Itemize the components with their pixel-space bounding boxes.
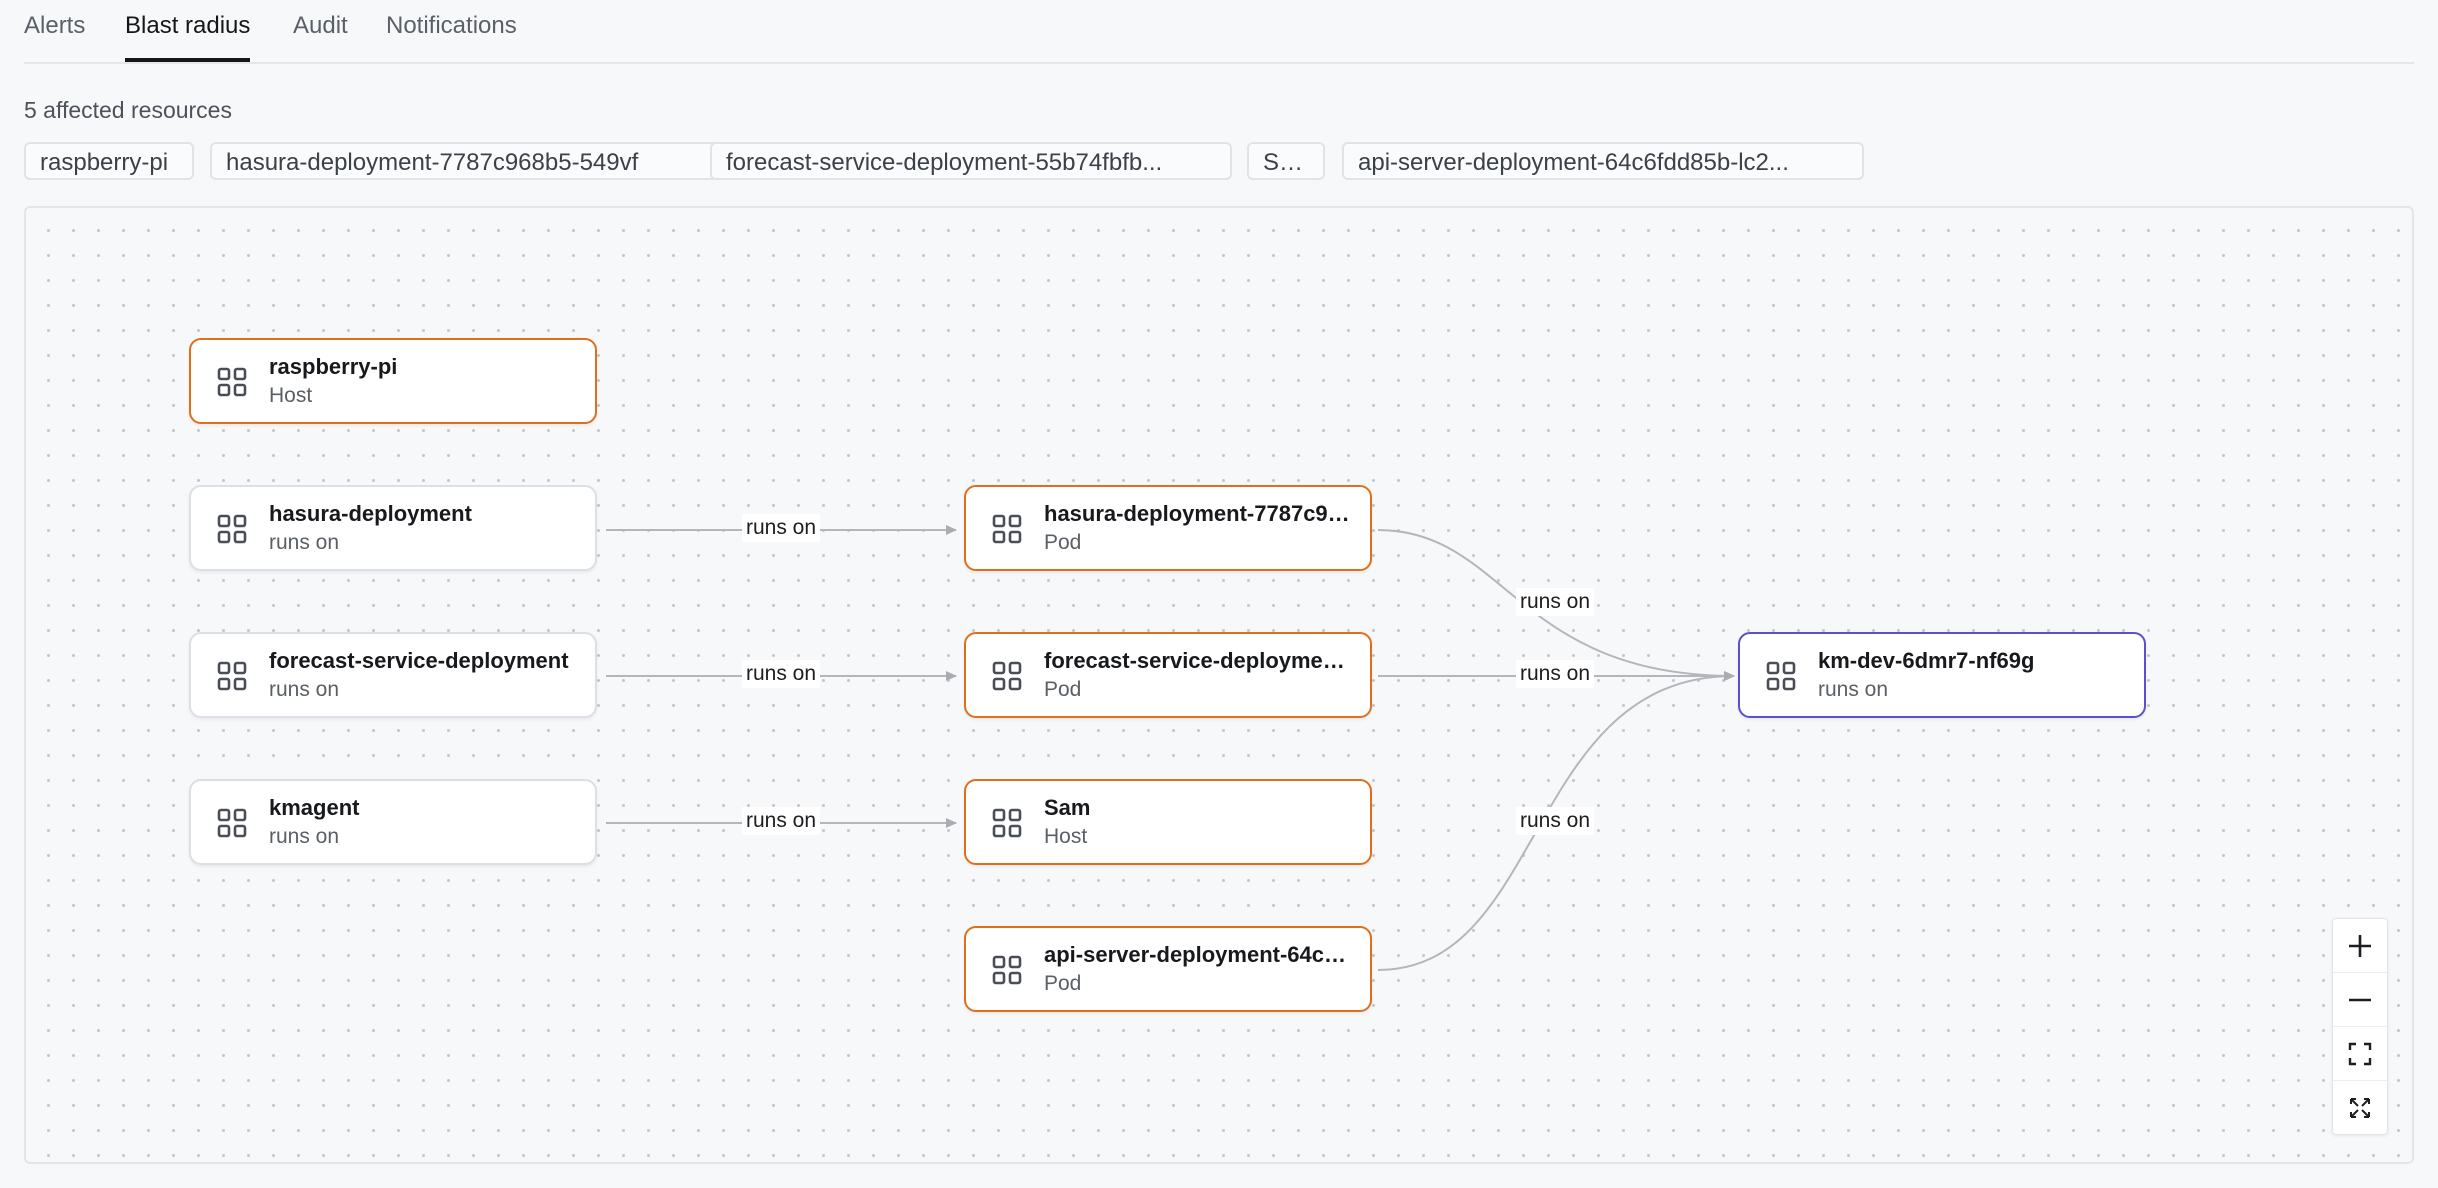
grid-icon (1766, 661, 1796, 691)
expand-icon (2350, 1097, 2370, 1118)
node-api-server-pod[interactable]: api-server-deployment-64c6... Pod (964, 926, 1372, 1012)
node-title: km-dev-6dmr7-nf69g (1818, 648, 2035, 673)
tab-alerts[interactable]: Alerts (24, 12, 85, 58)
node-title: hasura-deployment (269, 501, 472, 526)
node-forecast-service-deployment[interactable]: forecast-service-deployment runs on (189, 632, 597, 718)
node-title: api-server-deployment-64c6... (1044, 942, 1354, 967)
node-title: Sam (1044, 795, 1091, 820)
node-subtitle: Host (269, 384, 313, 407)
affected-resources-count: 5 affected resources (24, 97, 232, 123)
tab-audit[interactable]: Audit (293, 12, 348, 58)
zoom-in-button[interactable] (2333, 919, 2387, 973)
fit-view-icon (2348, 1042, 2372, 1065)
grid-icon (217, 661, 247, 691)
fit-view-button[interactable] (2333, 1027, 2387, 1081)
node-title: forecast-service-deployment (269, 648, 569, 673)
grid-icon (217, 367, 247, 397)
node-title: kmagent (269, 795, 360, 820)
node-title: hasura-deployment-7787c96... (1044, 501, 1354, 526)
node-subtitle: Pod (1044, 972, 1082, 995)
tab-blast-radius[interactable]: Blast radius (125, 12, 251, 62)
grid-icon (992, 955, 1022, 985)
zoom-controls (2332, 918, 2388, 1135)
node-raspberry-pi[interactable]: raspberry-pi Host (189, 338, 597, 424)
grid-icon (992, 661, 1022, 691)
node-hasura-deployment[interactable]: hasura-deployment runs on (189, 485, 597, 571)
chip-forecast-service[interactable]: forecast-service-deployment-55b74fbfb... (710, 142, 1232, 180)
node-kmagent[interactable]: kmagent runs on (189, 779, 597, 865)
node-subtitle: runs on (1818, 678, 1889, 701)
grid-icon (992, 808, 1022, 838)
node-title: raspberry-pi (269, 354, 398, 379)
node-subtitle: runs on (269, 678, 340, 701)
node-sam[interactable]: Sam Host (964, 779, 1372, 865)
edge-label: runs on (742, 807, 821, 835)
chip-sam[interactable]: Sam (1247, 142, 1325, 180)
node-title: forecast-service-deployment... (1044, 648, 1354, 673)
node-subtitle: Pod (1044, 678, 1082, 701)
edge-label: runs on (1516, 660, 1595, 688)
tab-notifications[interactable]: Notifications (386, 12, 517, 58)
plus-icon (2349, 934, 2371, 957)
minus-icon (2349, 998, 2371, 1001)
node-forecast-service-pod[interactable]: forecast-service-deployment... Pod (964, 632, 1372, 718)
node-subtitle: runs on (269, 825, 340, 848)
blast-radius-graph[interactable]: runs on runs on runs on runs on runs on … (24, 206, 2414, 1164)
chip-api-server[interactable]: api-server-deployment-64c6fdd85b-lc2... (1342, 142, 1864, 180)
node-km-dev[interactable]: km-dev-6dmr7-nf69g runs on (1738, 632, 2146, 718)
grid-icon (217, 808, 247, 838)
chip-hasura-deployment[interactable]: hasura-deployment-7787c968b5-549vf (210, 142, 718, 180)
node-subtitle: runs on (269, 531, 340, 554)
grid-icon (992, 514, 1022, 544)
tab-bar: Alerts Blast radius Audit Notifications (24, 0, 2414, 64)
node-hasura-pod[interactable]: hasura-deployment-7787c96... Pod (964, 485, 1372, 571)
node-subtitle: Host (1044, 825, 1088, 848)
node-subtitle: Pod (1044, 531, 1082, 554)
edge-label: runs on (742, 514, 821, 542)
zoom-out-button[interactable] (2333, 973, 2387, 1027)
edge-label: runs on (742, 660, 821, 688)
edge-label: runs on (1516, 588, 1595, 616)
edge-label: runs on (1516, 807, 1595, 835)
chip-raspberry-pi[interactable]: raspberry-pi (24, 142, 194, 180)
fullscreen-button[interactable] (2333, 1081, 2387, 1134)
grid-icon (217, 514, 247, 544)
